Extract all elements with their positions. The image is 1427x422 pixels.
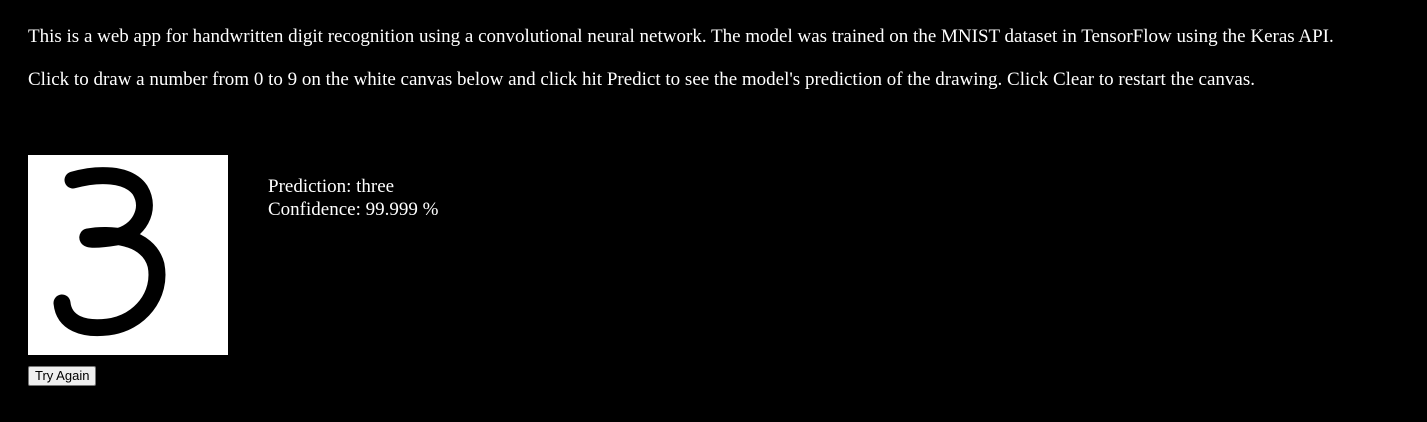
drawn-digit-stroke [53,167,166,337]
confidence-value: 99.999 [365,199,418,220]
intro-text-2: Click to draw a number from 0 to 9 on th… [28,69,1255,90]
prediction-row: Prediction: three [268,175,438,198]
prediction-results: Prediction: three Confidence: 99.999 % [268,175,438,221]
prediction-label: Prediction: [268,176,352,197]
confidence-unit: % [422,199,439,220]
intro-text-1: This is a web app for handwritten digit … [28,26,1334,47]
confidence-row: Confidence: 99.999 % [268,198,438,221]
confidence-label: Confidence: [268,199,361,220]
drawn-digit-strokes [53,167,166,337]
try-again-button[interactable]: Try Again [28,366,97,386]
drawing-canvas[interactable] [28,155,228,355]
prediction-value: three [356,176,395,197]
